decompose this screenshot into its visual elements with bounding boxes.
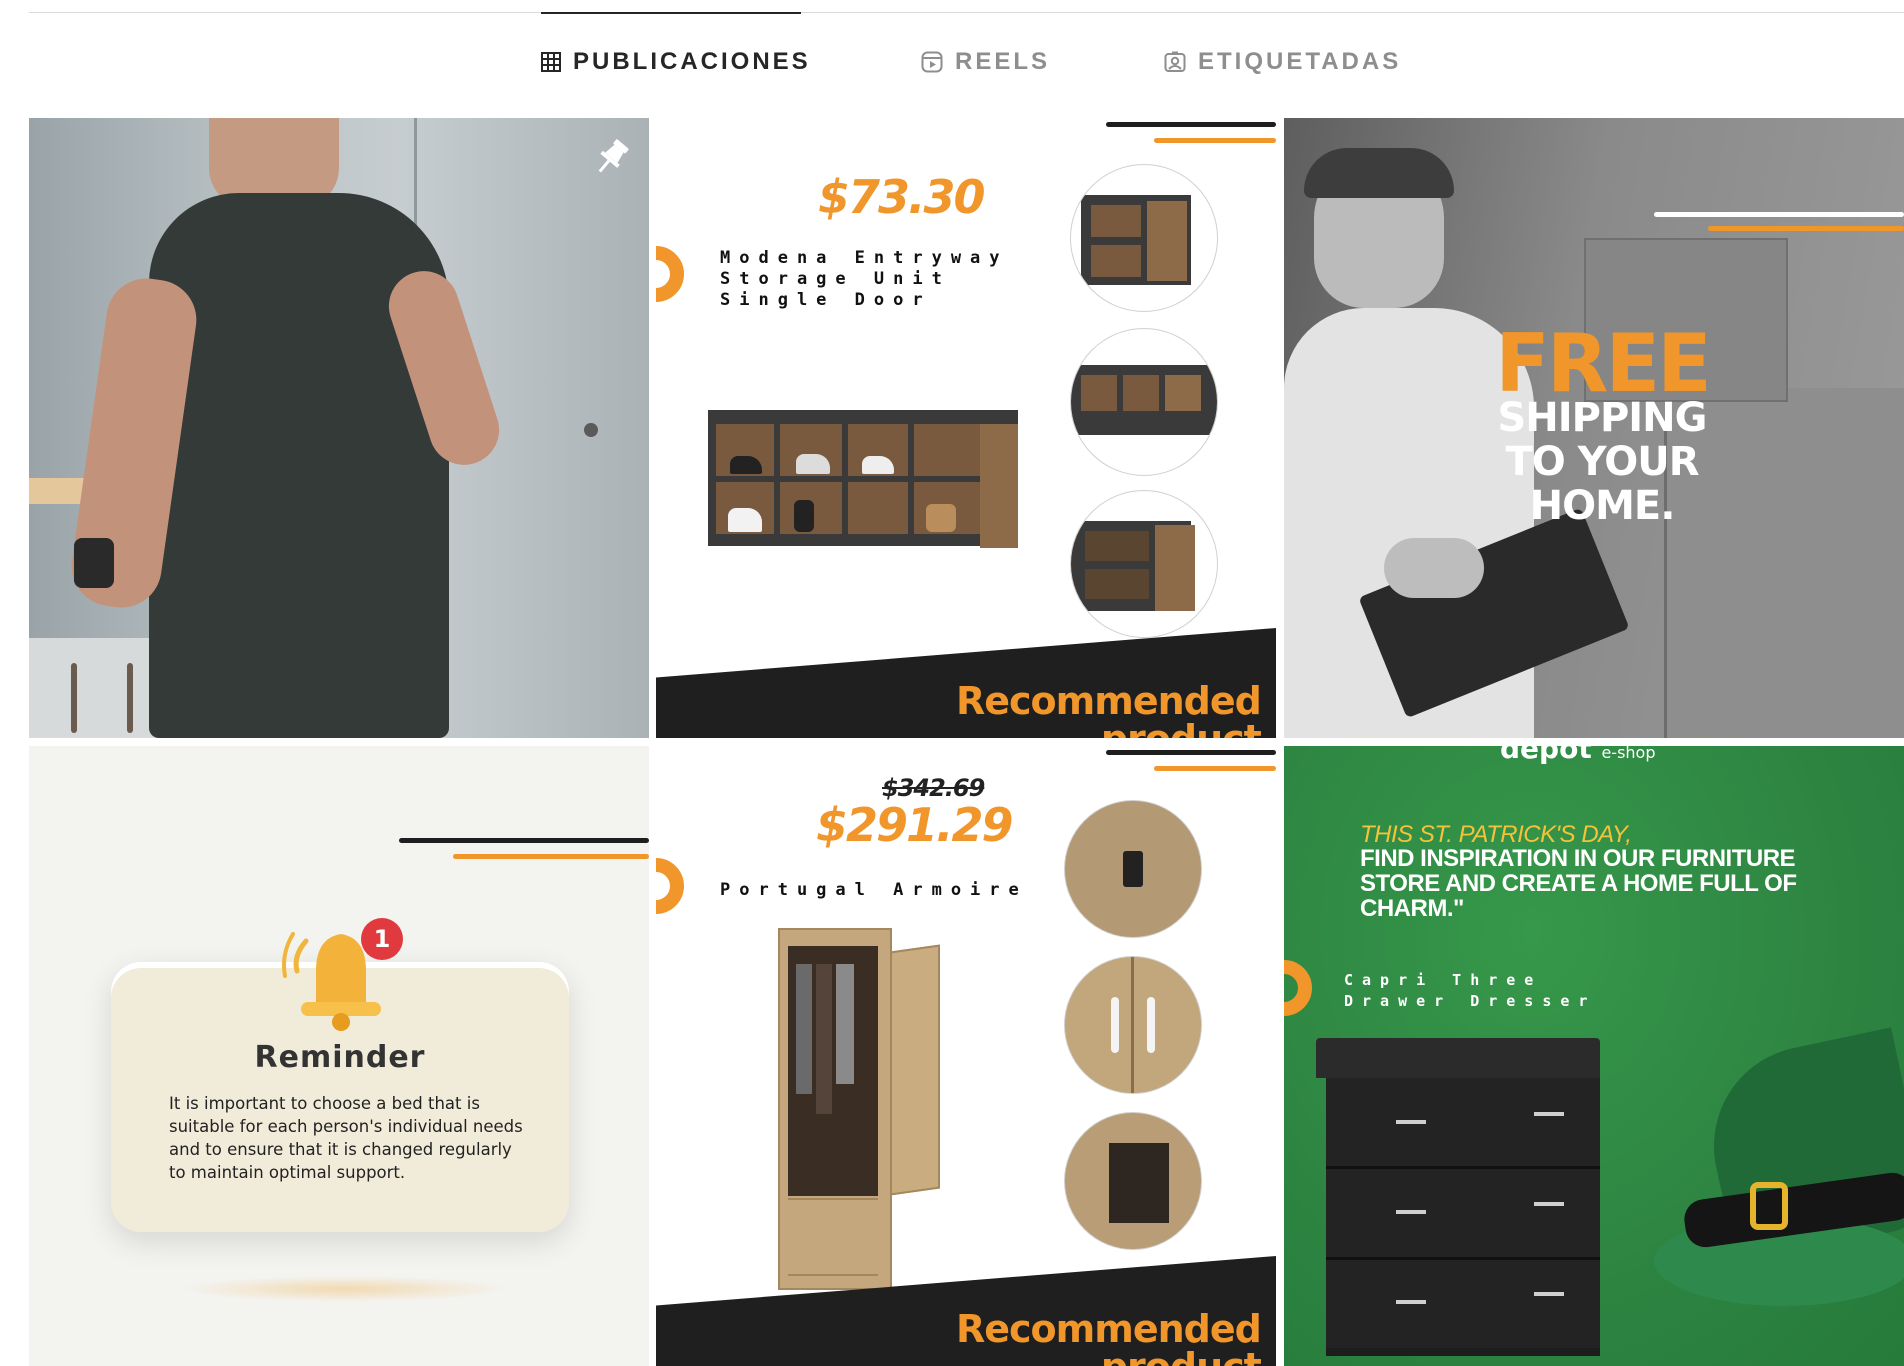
tab-label: REELS — [955, 48, 1051, 75]
post-tile[interactable]: FREE SHIPPING TO YOUR HOME. — [1284, 118, 1904, 738]
post-tile[interactable]: $342.69 $291.29 Portugal Armoire Recomme… — [656, 746, 1276, 1366]
door-knob — [584, 423, 598, 437]
price: $291.29 — [816, 798, 1014, 852]
shirt — [149, 193, 449, 738]
product-image-armoire — [778, 928, 958, 1290]
product-name: Modena Entryway Storage Unit Single Door — [720, 248, 1009, 310]
headline-line: TO YOUR — [1505, 439, 1699, 485]
detail-circle — [1070, 328, 1218, 476]
decor-bar-white — [1654, 212, 1904, 217]
recommended-label: Recommended product — [956, 679, 1262, 738]
detail-circle — [1064, 800, 1202, 938]
headline-line: HOME. — [1529, 483, 1676, 529]
headline-line: SHIPPING — [1497, 395, 1708, 441]
reminder-title: Reminder — [254, 1040, 426, 1075]
profile-tabs: PUBLICACIONES REELS ETIQUETADAS — [0, 48, 1904, 88]
price: $73.30 — [818, 170, 986, 224]
profile-divider — [29, 12, 1904, 13]
tagged-icon — [1164, 51, 1186, 73]
reminder-body: It is important to choose a bed that is … — [169, 1094, 523, 1182]
grid-icon — [541, 52, 561, 72]
product-name: Portugal Armoire — [720, 880, 1028, 900]
brand-suffix: e-shop — [1601, 746, 1656, 762]
glow-shadow — [179, 1276, 509, 1302]
product-image-dresser — [1316, 1038, 1600, 1356]
courier-cap — [1304, 148, 1454, 198]
headline-shipping: SHIPPING TO YOUR HOME. — [1452, 396, 1752, 528]
decor-bar-orange — [1154, 138, 1276, 143]
decor-ring — [656, 246, 684, 302]
headline-free: FREE — [1495, 317, 1712, 410]
product-image-shoe-cabinet — [708, 410, 1018, 548]
tab-label: PUBLICACIONES — [573, 48, 811, 75]
brand-logo: depot e-shop — [1500, 746, 1656, 765]
decor-bar-orange — [453, 854, 649, 859]
detail-circle — [1070, 490, 1218, 638]
headline: FIND INSPIRATION IN OUR FURNITURE STORE … — [1360, 845, 1797, 922]
decor-ring — [656, 858, 684, 914]
decor-bar-dark — [1106, 122, 1276, 127]
tab-publicaciones[interactable]: PUBLICACIONES — [541, 48, 811, 76]
cabinet-handle — [127, 663, 133, 733]
post-tile[interactable] — [29, 118, 649, 738]
decor-bar-orange — [1708, 226, 1904, 231]
decor-bar-dark — [1106, 750, 1276, 755]
recommended-label: Recommended product — [956, 1307, 1262, 1366]
tab-label: ETIQUETADAS — [1198, 48, 1402, 75]
hand — [1384, 538, 1484, 598]
brand-name: depot — [1500, 746, 1592, 765]
tab-etiquetadas[interactable]: ETIQUETADAS — [1164, 48, 1401, 76]
pin-icon — [589, 134, 635, 185]
post-tile[interactable]: depot e-shop THIS ST. PATRICK'S DAY, FIN… — [1284, 746, 1904, 1366]
detail-circle — [1064, 956, 1202, 1094]
notification-badge: 1 — [361, 918, 403, 960]
detail-circle — [1064, 1112, 1202, 1250]
active-tab-indicator — [541, 12, 801, 14]
post-tile[interactable]: 1 Reminder It is important to choose a b… — [29, 746, 649, 1366]
cabinet-handle — [71, 663, 77, 733]
post-tile[interactable]: $73.30 Modena Entryway Storage Unit Sing… — [656, 118, 1276, 738]
product-name: Capri Three Drawer Dresser — [1344, 971, 1597, 1010]
leprechaun-hat — [1654, 1027, 1904, 1326]
reels-icon — [921, 51, 943, 73]
tab-reels[interactable]: REELS — [921, 48, 1050, 76]
wristwatch — [74, 538, 114, 588]
decor-bar-dark — [399, 838, 649, 843]
decor-bar-orange — [1154, 766, 1276, 771]
detail-circle — [1070, 164, 1218, 312]
